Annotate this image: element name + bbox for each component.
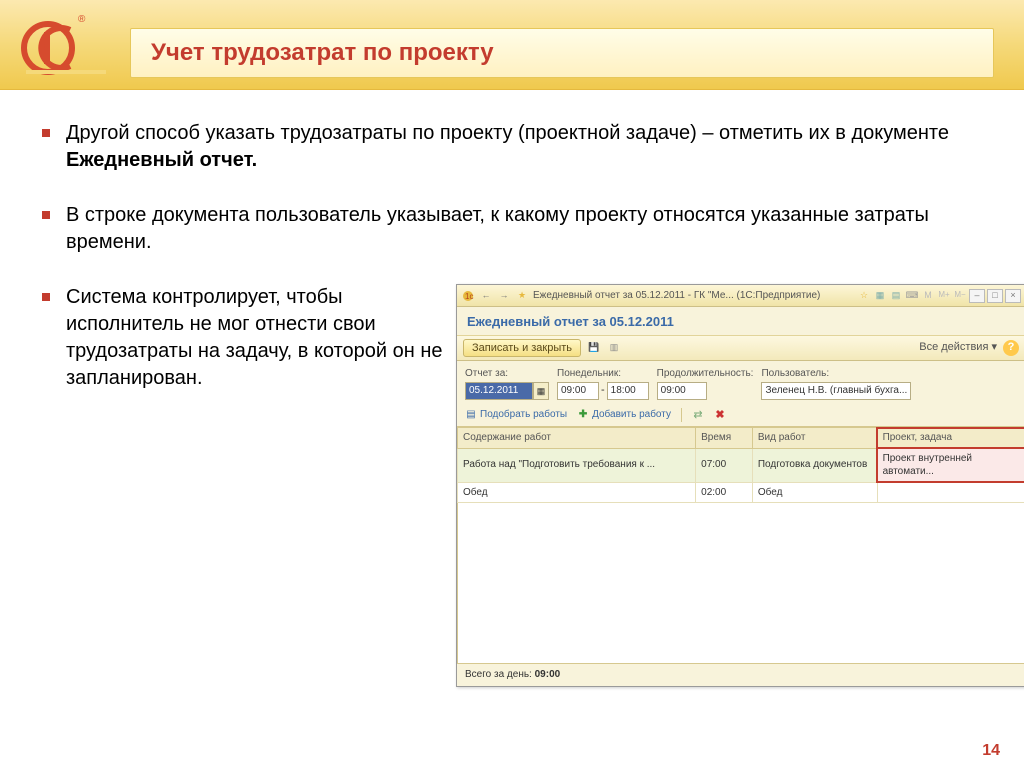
- bullet-1: Другой способ указать трудозатраты по пр…: [40, 120, 984, 174]
- app-window: 1c ← → ★ Ежедневный отчет за 05.12.2011 …: [456, 284, 1024, 687]
- user-input[interactable]: Зеленец Н.В. (главный бухга...: [761, 382, 911, 400]
- all-actions-link[interactable]: Все действия ▾: [919, 340, 997, 355]
- date-picker-button[interactable]: ▦: [533, 382, 549, 400]
- app-icon: 1c: [461, 289, 475, 303]
- sub-toolbar: ▤ Подобрать работы ✚ Добавить работу ⇄ ✖: [457, 404, 1024, 427]
- list-icon: ▤: [465, 409, 477, 421]
- time-from-input[interactable]: 09:00: [557, 382, 599, 400]
- table-row[interactable]: Работа над "Подготовить требования к ...…: [458, 448, 1024, 482]
- main-toolbar: Записать и закрыть 💾 ▥ Все действия ▾ ?: [457, 335, 1024, 361]
- maximize-icon[interactable]: □: [987, 289, 1003, 303]
- col-kind[interactable]: Вид работ: [752, 428, 877, 449]
- col-time[interactable]: Время: [696, 428, 753, 449]
- add-work-button[interactable]: ✚ Добавить работу: [577, 408, 671, 422]
- fwd-icon[interactable]: →: [497, 289, 511, 303]
- minimize-icon[interactable]: –: [969, 289, 985, 303]
- document-title: Ежедневный отчет за 05.12.2011: [457, 307, 1024, 335]
- swap-icon[interactable]: ⇄: [692, 409, 704, 421]
- save-icon[interactable]: 💾: [587, 341, 601, 355]
- works-table[interactable]: Содержание работ Время Вид работ Проект,…: [457, 427, 1024, 503]
- svg-text:1c: 1c: [465, 292, 473, 301]
- pick-works-button[interactable]: ▤ Подобрать работы: [465, 408, 567, 422]
- plus-icon: ✚: [577, 409, 589, 421]
- tool-icon-2[interactable]: ▤: [889, 289, 903, 303]
- calc-icon[interactable]: ⌨: [905, 289, 919, 303]
- duration-input[interactable]: 09:00: [657, 382, 707, 400]
- close-icon[interactable]: ×: [1005, 289, 1021, 303]
- svg-text:®: ®: [78, 14, 86, 25]
- fav-icon[interactable]: ☆: [857, 289, 871, 303]
- date-input[interactable]: 05.12.2011: [465, 382, 533, 400]
- window-titlebar[interactable]: 1c ← → ★ Ежедневный отчет за 05.12.2011 …: [457, 285, 1024, 307]
- bullet-2: В строке документа пользователь указывае…: [40, 202, 984, 256]
- col-content[interactable]: Содержание работ: [458, 428, 696, 449]
- help-icon[interactable]: ?: [1003, 340, 1019, 356]
- time-to-input[interactable]: 18:00: [607, 382, 649, 400]
- bullet-3: Система контролирует, чтобы исполнитель …: [40, 284, 984, 687]
- m-minus-icon[interactable]: M−: [953, 289, 967, 303]
- table-header-row: Содержание работ Время Вид работ Проект,…: [458, 428, 1024, 449]
- star-icon[interactable]: ★: [515, 289, 529, 303]
- save-close-button[interactable]: Записать и закрыть: [463, 339, 581, 357]
- window-title-text: Ежедневный отчет за 05.12.2011 - ГК "Ме.…: [533, 289, 853, 303]
- title-bar: Учет трудозатрат по проекту: [130, 28, 994, 78]
- label-duration: Продолжительность:: [657, 367, 754, 381]
- report-icon[interactable]: ▥: [607, 341, 621, 355]
- col-project[interactable]: Проект, задача: [877, 428, 1024, 449]
- content-area: Другой способ указать трудозатраты по пр…: [40, 120, 984, 738]
- m-icon[interactable]: M: [921, 289, 935, 303]
- fields-row: Отчет за: 05.12.2011 ▦ Понедельник:: [457, 361, 1024, 405]
- label-date: Отчет за:: [465, 367, 549, 381]
- logo-1c: ®: [20, 10, 110, 78]
- label-user: Пользователь:: [761, 367, 1017, 381]
- table-empty-area[interactable]: [457, 503, 1024, 663]
- table-row[interactable]: Обед 02:00 Обед: [458, 482, 1024, 503]
- slide-title: Учет трудозатрат по проекту: [151, 39, 494, 67]
- slide: ® Учет трудозатрат по проекту Другой спо…: [0, 0, 1024, 768]
- header-band: ® Учет трудозатрат по проекту: [0, 0, 1024, 90]
- m-plus-icon[interactable]: M+: [937, 289, 951, 303]
- delete-icon[interactable]: ✖: [714, 409, 726, 421]
- tool-icon-1[interactable]: ▦: [873, 289, 887, 303]
- back-icon[interactable]: ←: [479, 289, 493, 303]
- page-number: 14: [982, 742, 1000, 760]
- label-weekday: Понедельник:: [557, 367, 649, 381]
- status-bar: Всего за день: 09:00: [457, 663, 1024, 686]
